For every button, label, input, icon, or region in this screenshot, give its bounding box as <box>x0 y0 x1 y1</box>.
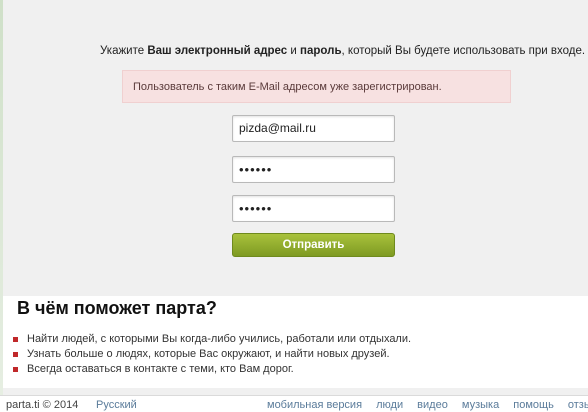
footer-link-help[interactable]: помощь <box>513 399 554 411</box>
bullet-square-icon <box>13 352 18 357</box>
bullet-square-icon <box>13 367 18 372</box>
prompt-password-emphasis: пароль <box>300 45 342 57</box>
password-value: •••••• <box>239 162 273 177</box>
list-item: Найти людей, с которыми Вы когда-либо уч… <box>13 332 411 347</box>
form-instructions: Укажите Ваш электронный адрес и пароль, … <box>100 45 588 57</box>
bullet-square-icon <box>13 337 18 342</box>
footer-link-video[interactable]: видео <box>417 399 448 411</box>
language-link[interactable]: Русский <box>96 398 137 412</box>
footer-link-people[interactable]: люди <box>376 399 403 411</box>
email-field[interactable]: pizda@mail.ru <box>232 115 395 142</box>
prompt-prefix: Укажите <box>100 45 148 57</box>
footer-links: мобильная версия люди видео музыка помощ… <box>267 398 588 412</box>
footer-link-mobile[interactable]: мобильная версия <box>267 399 362 411</box>
list-item: Всегда оставаться в контакте с теми, кто… <box>13 362 411 377</box>
benefits-list: Найти людей, с которыми Вы когда-либо уч… <box>13 332 411 377</box>
error-message: Пользователь с таким E-Mail адресом уже … <box>133 81 442 93</box>
list-item: Узнать больше о людях, которые Вас окруж… <box>13 347 411 362</box>
footer-link-music[interactable]: музыка <box>462 399 499 411</box>
list-item-text: Найти людей, с которыми Вы когда-либо уч… <box>27 333 412 345</box>
prompt-email-emphasis: Ваш электронный адрес <box>147 45 288 57</box>
copyright: parta.ti © 2014 <box>6 399 79 411</box>
prompt-and: и <box>287 45 301 57</box>
password-confirm-field[interactable]: •••••• <box>232 195 395 222</box>
password-field[interactable]: •••••• <box>232 156 395 183</box>
list-item-text: Всегда оставаться в контакте с теми, кто… <box>27 363 294 375</box>
info-title: В чём поможет парта? <box>17 298 217 318</box>
password-confirm-value: •••••• <box>239 201 273 216</box>
footer: parta.ti © 2014 Русский мобильная версия… <box>0 398 588 412</box>
submit-button[interactable]: Отправить <box>232 233 395 257</box>
list-item-text: Узнать больше о людях, которые Вас окруж… <box>27 348 390 360</box>
prompt-suffix: , который Вы будете использовать при вхо… <box>341 45 586 57</box>
error-alert: Пользователь с таким E-Mail адресом уже … <box>122 70 511 103</box>
info-section: В чём поможет парта? Найти людей, с кото… <box>3 296 588 388</box>
footer-link-reviews[interactable]: отзывы <box>568 399 588 411</box>
footer-divider <box>0 395 588 396</box>
email-value: pizda@mail.ru <box>239 121 316 135</box>
